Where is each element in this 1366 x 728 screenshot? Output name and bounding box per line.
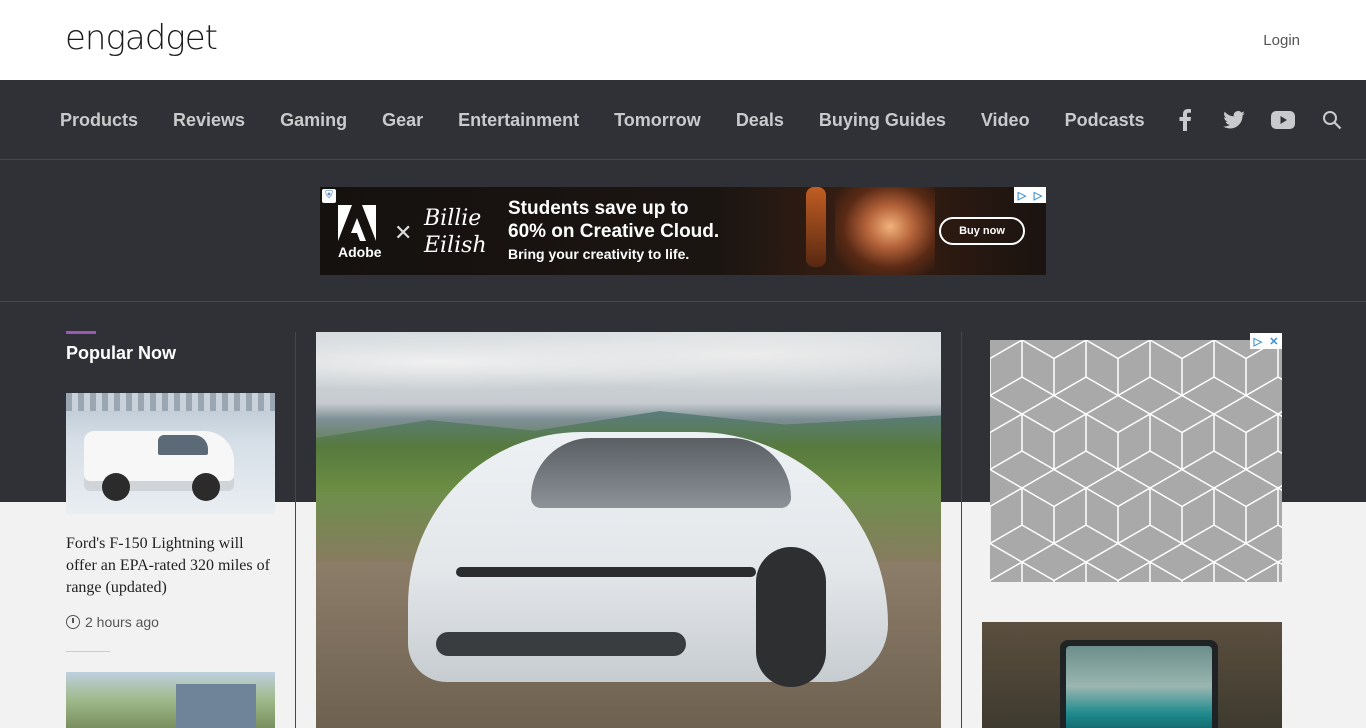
ad-headline-line1: Students save up to xyxy=(508,198,689,219)
thumb-truck-wheel xyxy=(192,473,220,501)
banner-divider xyxy=(0,301,1366,302)
adchoices-icon: ▷ xyxy=(1253,335,1263,348)
adchoices-icon: ▷ xyxy=(1017,189,1027,202)
engadget-logo[interactable]: engadget xyxy=(65,18,218,58)
ad-close-icon[interactable]: ▷ xyxy=(1034,189,1042,202)
hero-clouds xyxy=(316,332,941,407)
section-accent-bar xyxy=(66,331,96,334)
nav-items: Products Reviews Gaming Gear Entertainme… xyxy=(60,80,1180,160)
clock-icon xyxy=(66,615,80,629)
buy-now-button[interactable]: Buy now xyxy=(939,217,1025,245)
story-headline[interactable]: Ford's F-150 Lightning will offer an EPA… xyxy=(66,533,278,599)
adobe-logo-icon xyxy=(338,205,376,241)
ad-subline: Bring your creativity to life. xyxy=(508,246,690,262)
hero-car-windshield xyxy=(531,438,791,508)
adobe-brand-text: Adobe xyxy=(338,244,382,260)
thumb-trees xyxy=(66,393,275,411)
hero-car-grille xyxy=(436,632,686,656)
thumb-laptop-screen xyxy=(1066,646,1212,728)
banner-ad[interactable]: ⛨ Adobe ✕ Billie Eilish Students save up… xyxy=(320,187,1046,275)
side-adchoices-badge[interactable]: ▷ ✕ xyxy=(1250,333,1282,349)
thumb-truck-window xyxy=(158,435,208,455)
ad-portrait-image xyxy=(835,187,935,275)
adchoices-badge[interactable]: ▷ ▷ xyxy=(1014,187,1046,203)
side-ad-placeholder[interactable] xyxy=(990,340,1282,582)
nav-item-products[interactable]: Products xyxy=(60,110,138,131)
nav-item-gear[interactable]: Gear xyxy=(382,110,423,131)
story-timestamp: 2 hours ago xyxy=(66,614,159,630)
nav-item-gaming[interactable]: Gaming xyxy=(280,110,347,131)
nav-item-podcasts[interactable]: Podcasts xyxy=(1065,110,1145,131)
popular-now-title: Popular Now xyxy=(66,343,177,363)
ad-shield-icon: ⛨ xyxy=(322,189,336,203)
nav-item-reviews[interactable]: Reviews xyxy=(173,110,245,131)
nav-item-tomorrow[interactable]: Tomorrow xyxy=(614,110,701,131)
hero-car-wheel xyxy=(756,547,826,687)
right-column-divider xyxy=(961,332,962,728)
story-thumbnail-google[interactable] xyxy=(66,672,275,728)
thumb-truck-wheel xyxy=(102,473,130,501)
billie-eilish-signature: Billie Eilish xyxy=(424,206,487,258)
nav-item-entertainment[interactable]: Entertainment xyxy=(458,110,579,131)
thumb-building xyxy=(176,684,256,728)
ad-close-icon[interactable]: ✕ xyxy=(1269,335,1278,348)
story-divider xyxy=(66,651,110,652)
story-thumbnail-laptop[interactable] xyxy=(982,622,1282,728)
hero-image[interactable] xyxy=(316,332,941,728)
hero-car-lightbar xyxy=(456,567,756,577)
collab-x-icon: ✕ xyxy=(394,220,413,245)
hex-pattern xyxy=(990,340,1282,582)
main-nav: Products Reviews Gaming Gear Entertainme… xyxy=(0,80,1366,160)
nav-item-video[interactable]: Video xyxy=(981,110,1030,131)
nav-item-buying-guides[interactable]: Buying Guides xyxy=(819,110,946,131)
story-thumbnail-f150[interactable] xyxy=(66,393,275,514)
story-time-text: 2 hours ago xyxy=(85,614,159,630)
ad-headline: Students save up to 60% on Creative Clou… xyxy=(508,197,719,243)
twitter-icon[interactable] xyxy=(1222,108,1246,132)
nav-item-deals[interactable]: Deals xyxy=(736,110,784,131)
site-header: engadget Login xyxy=(0,0,1366,80)
search-icon[interactable] xyxy=(1320,108,1344,132)
ad-headline-line2: 60% on Creative Cloud. xyxy=(508,221,720,242)
ad-torch-image xyxy=(806,187,826,267)
facebook-icon[interactable] xyxy=(1173,108,1197,132)
sidebar-divider xyxy=(295,332,296,728)
youtube-icon[interactable] xyxy=(1271,108,1295,132)
social-links xyxy=(1148,80,1344,160)
login-link[interactable]: Login xyxy=(1263,32,1300,49)
